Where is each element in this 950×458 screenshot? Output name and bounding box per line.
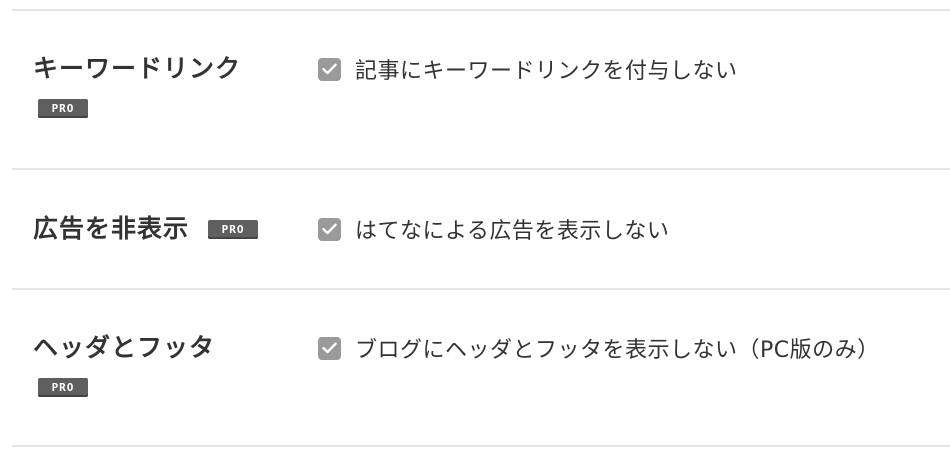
option-label: 記事にキーワードリンクを付与しない <box>355 59 738 84</box>
check-icon <box>322 223 337 235</box>
keyword-link-option[interactable]: 記事にキーワードリンクを付与しない <box>318 53 738 85</box>
section-divider <box>12 168 950 170</box>
pro-badge: PRO <box>38 99 88 118</box>
hide-ads-option[interactable]: はてなによる広告を表示しない <box>318 213 669 245</box>
setting-label-group: キーワードリンク PRO <box>33 53 303 118</box>
section-divider <box>12 9 950 11</box>
check-icon <box>322 63 337 75</box>
keyword-link-checkbox[interactable] <box>318 57 341 81</box>
pro-badge: PRO <box>208 219 259 239</box>
hide-ads-checkbox[interactable] <box>318 217 341 241</box>
setting-label-group: ヘッダとフッタ PRO <box>33 332 303 397</box>
option-label: はてなによる広告を表示しない <box>355 219 670 244</box>
setting-label: ヘッダとフッタ <box>33 333 216 362</box>
option-label: ブログにヘッダとフッタを表示しない（PC版のみ） <box>355 338 880 363</box>
section-divider <box>12 445 950 447</box>
check-icon <box>322 342 337 354</box>
section-divider <box>12 288 950 290</box>
header-footer-option[interactable]: ブログにヘッダとフッタを表示しない（PC版のみ） <box>318 332 880 364</box>
setting-label: 広告を非表示 <box>33 214 190 243</box>
pro-badge: PRO <box>38 378 88 397</box>
setting-label-group: 広告を非表示 PRO <box>33 213 303 245</box>
setting-label: キーワードリンク <box>33 54 242 83</box>
header-footer-checkbox[interactable] <box>318 336 341 360</box>
